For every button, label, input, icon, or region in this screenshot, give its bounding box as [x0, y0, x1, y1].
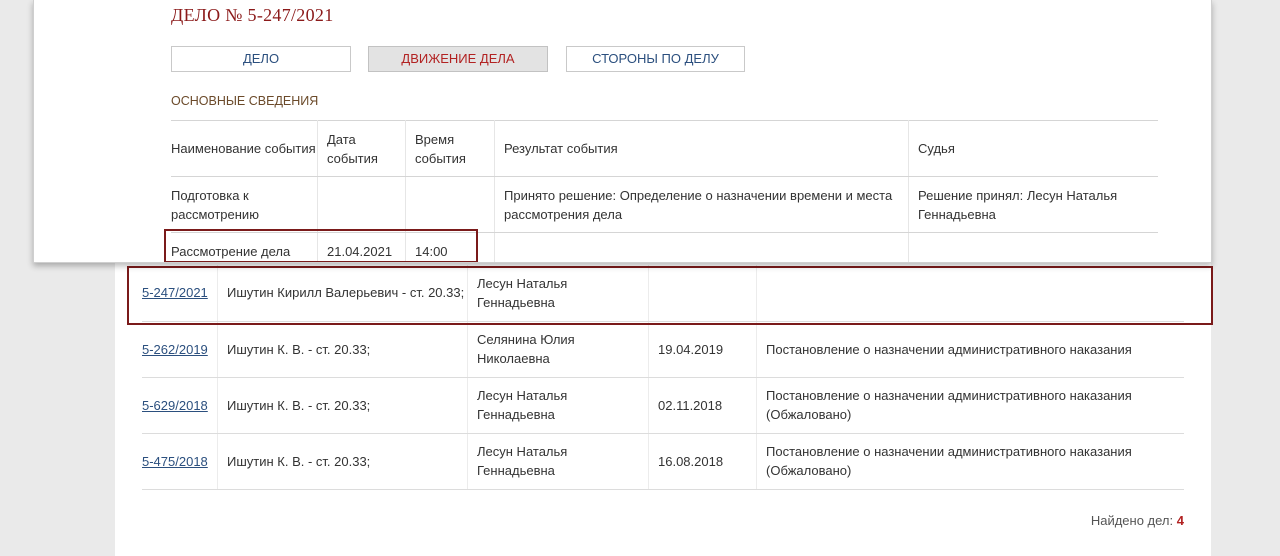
header-event-name: Наименование события	[171, 120, 318, 177]
defendant-cell: Ишутин К. В. - ст. 20.33;	[217, 433, 468, 490]
result-cell: Постановление о назначении административ…	[756, 377, 1184, 434]
case-detail-popup: ДЕЛО № 5-247/2021 ДЕЛО ДВИЖЕНИЕ ДЕЛА СТО…	[33, 0, 1212, 263]
result-cell: Постановление о назначении административ…	[756, 321, 1184, 378]
tab-case[interactable]: ДЕЛО	[171, 46, 351, 72]
event-row: Подготовка к рассмотрению Принято решени…	[171, 176, 1158, 233]
judge-cell: Лесун Наталья Геннадьевна	[467, 433, 649, 490]
header-event-result: Результат события	[494, 120, 909, 177]
event-row: Рассмотрение дела 21.04.2021 14:00	[171, 232, 1158, 262]
table-row: 5-262/2019 Ишутин К. В. - ст. 20.33; Сел…	[142, 321, 1184, 378]
event-time	[405, 176, 495, 233]
judge-cell: Селянина Юлия Николаевна	[467, 321, 649, 378]
section-title: ОСНОВНЫЕ СВЕДЕНИЯ	[171, 94, 319, 108]
event-time: 14:00	[405, 232, 495, 262]
event-name: Рассмотрение дела	[171, 232, 318, 262]
table-row: 5-475/2018 Ишутин К. В. - ст. 20.33; Лес…	[142, 433, 1184, 490]
case-number-link[interactable]: 5-629/2018	[142, 398, 208, 413]
date-cell	[648, 265, 757, 322]
judge-cell: Лесун Наталья Геннадьевна	[467, 265, 649, 322]
event-date	[317, 176, 406, 233]
defendant-cell: Ишутин Кирилл Валерьевич - ст. 20.33;	[217, 265, 468, 322]
defendant-cell: Ишутин К. В. - ст. 20.33;	[217, 321, 468, 378]
event-judge: Решение принял: Лесун Наталья Геннадьевн…	[908, 176, 1158, 233]
event-date: 21.04.2021	[317, 232, 406, 262]
case-list-table: 5-247/2021 Ишутин Кирилл Валерьевич - ст…	[142, 265, 1184, 490]
header-judge: Судья	[908, 120, 1158, 177]
events-table: Наименование события Дата события Время …	[171, 120, 1158, 262]
events-header-row: Наименование события Дата события Время …	[171, 120, 1158, 177]
event-result: Принято решение: Определение о назначени…	[494, 176, 909, 233]
judge-cell: Лесун Наталья Геннадьевна	[467, 377, 649, 434]
table-row: 5-629/2018 Ишутин К. В. - ст. 20.33; Лес…	[142, 377, 1184, 434]
header-event-date: Дата события	[317, 120, 406, 177]
event-name: Подготовка к рассмотрению	[171, 176, 318, 233]
case-title: ДЕЛО № 5-247/2021	[171, 5, 334, 25]
result-cell: Постановление о назначении административ…	[756, 433, 1184, 490]
found-count: Найдено дел: 4	[1091, 513, 1184, 528]
defendant-cell: Ишутин К. В. - ст. 20.33;	[217, 377, 468, 434]
found-label: Найдено дел:	[1090, 513, 1174, 528]
header-event-time: Время события	[405, 120, 495, 177]
case-number-link[interactable]: 5-262/2019	[142, 342, 208, 357]
event-result	[494, 232, 909, 262]
event-judge	[908, 232, 1158, 262]
tab-case-parties[interactable]: СТОРОНЫ ПО ДЕЛУ	[566, 46, 745, 72]
case-number-link[interactable]: 5-475/2018	[142, 454, 208, 469]
found-number: 4	[1176, 513, 1184, 528]
result-cell	[756, 265, 1184, 322]
date-cell: 02.11.2018	[648, 377, 757, 434]
date-cell: 16.08.2018	[648, 433, 757, 490]
tab-case-movement[interactable]: ДВИЖЕНИЕ ДЕЛА	[368, 46, 548, 72]
date-cell: 19.04.2019	[648, 321, 757, 378]
case-number-link[interactable]: 5-247/2021	[142, 285, 208, 300]
table-row: 5-247/2021 Ишутин Кирилл Валерьевич - ст…	[142, 265, 1184, 322]
